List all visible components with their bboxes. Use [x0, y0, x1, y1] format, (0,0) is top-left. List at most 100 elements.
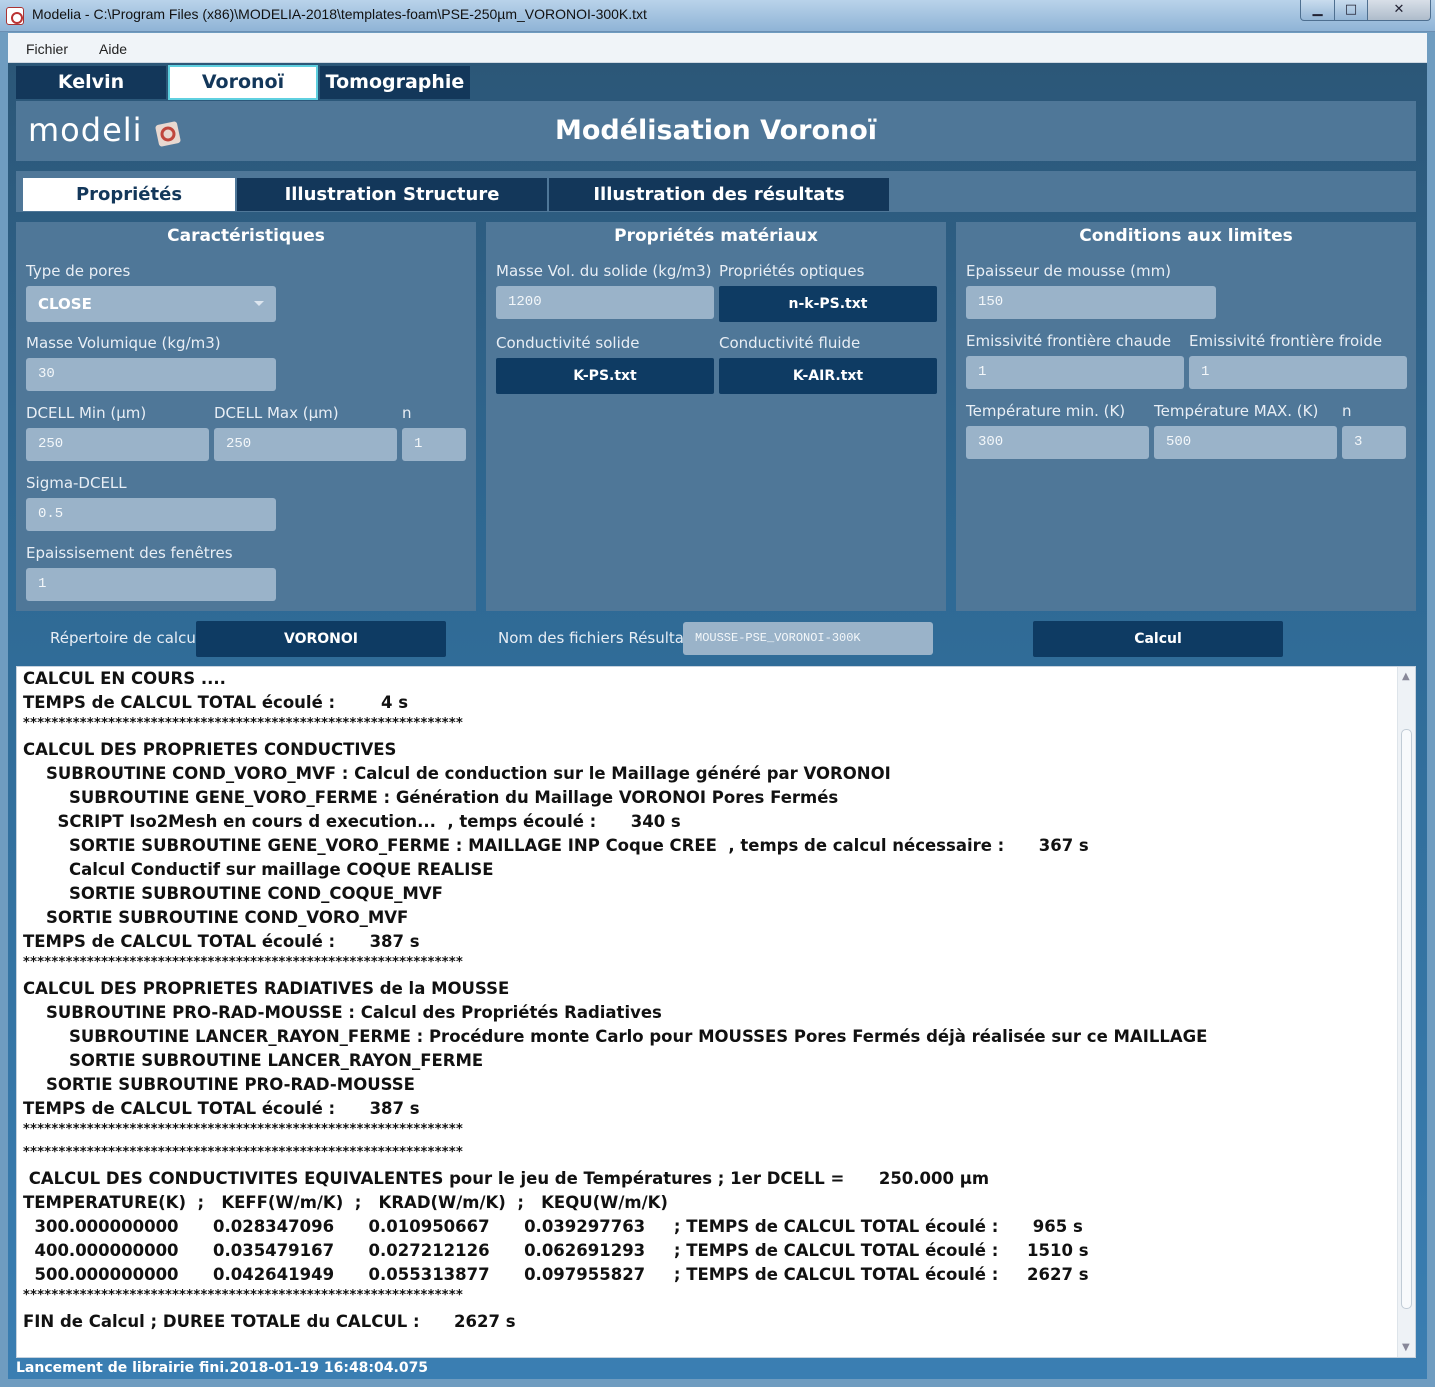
console-line: ****************************************…	[23, 1145, 464, 1160]
repertoire-calcul-button[interactable]: VORONOI	[196, 621, 446, 657]
console-line: TEMPS de CALCUL TOTAL écoulé : 4 s	[23, 693, 409, 712]
console-line: CALCUL EN COURS ....	[23, 669, 226, 688]
temperature-max-input[interactable]: 500	[1154, 426, 1337, 459]
modelia-logo: modeli	[28, 113, 181, 149]
sigma-dcell-input[interactable]: 0.5	[26, 498, 276, 531]
console-line: CALCUL DES PROPRIETES RADIATIVES de la M…	[23, 979, 510, 998]
menu-fichier[interactable]: Fichier	[26, 41, 68, 57]
masse-vol-solide-input[interactable]: 1200	[496, 286, 714, 319]
tab-kelvin[interactable]: Kelvin	[16, 66, 166, 99]
temperature-n-label: n	[1342, 402, 1352, 420]
console-line: 500.000000000 0.042641949 0.055313877 0.…	[23, 1265, 1089, 1284]
console-line: SUBROUTINE LANCER_RAYON_FERME : Procédur…	[23, 1027, 1208, 1046]
console-line: ****************************************…	[23, 1288, 464, 1303]
chevron-down-icon	[254, 301, 264, 306]
sigma-dcell-label: Sigma-DCELL	[26, 474, 127, 492]
console-line: TEMPERATURE(K) ; KEFF(W/m/K) ; KRAD(W/m/…	[23, 1193, 668, 1212]
nom-fichiers-input[interactable]: MOUSSE-PSE_VORONOI-300K	[683, 622, 933, 655]
console-line: SUBROUTINE GENE_VORO_FERME : Génération …	[23, 788, 839, 807]
dcell-n-input[interactable]: 1	[402, 428, 466, 461]
window-titlebar: Modelia - C:\Program Files (x86)\MODELIA…	[0, 0, 1435, 32]
tab-illustration-structure[interactable]: Illustration Structure	[237, 178, 547, 211]
panel-title: Propriétés matériaux	[614, 226, 818, 246]
emissivite-chaude-input[interactable]: 1	[966, 356, 1184, 389]
type-pores-label: Type de pores	[26, 262, 131, 280]
dcell-n-label: n	[402, 404, 412, 422]
console-line: CALCUL DES PROPRIETES CONDUCTIVES	[23, 740, 397, 759]
console-line: SORTIE SUBROUTINE LANCER_RAYON_FERME	[23, 1051, 484, 1070]
console-line: FIN de Calcul ; DUREE TOTALE du CALCUL :…	[23, 1312, 516, 1331]
temperature-min-input[interactable]: 300	[966, 426, 1149, 459]
panel-title: Conditions aux limites	[1079, 226, 1293, 246]
epaississement-label: Epaissisement des fenêtres	[26, 544, 233, 562]
emissivite-froide-label: Emissivité frontière froide	[1189, 332, 1383, 350]
console-line: TEMPS de CALCUL TOTAL écoulé : 387 s	[23, 1099, 420, 1118]
calcul-button[interactable]: Calcul	[1033, 621, 1283, 657]
console-line: ****************************************…	[23, 716, 464, 731]
console-line: ****************************************…	[23, 955, 464, 970]
proprietes-optiques-button[interactable]: n-k-PS.txt	[719, 286, 937, 322]
menu-bar: Fichier Aide	[8, 33, 1427, 63]
scroll-down-icon[interactable]: ▼	[1402, 1342, 1410, 1353]
console-line: SUBROUTINE COND_VORO_MVF : Calcul de con…	[23, 764, 891, 783]
close-button[interactable]: ✕	[1367, 0, 1431, 21]
tab-tomographie[interactable]: Tomographie	[320, 66, 470, 99]
temperature-max-label: Température MAX. (K)	[1154, 402, 1319, 420]
console-line: SORTIE SUBROUTINE COND_COQUE_MVF	[23, 884, 443, 903]
console-line: 300.000000000 0.028347096 0.010950667 0.…	[23, 1217, 1083, 1236]
proprietes-optiques-label: Propriétés optiques	[719, 262, 865, 280]
masse-vol-solide-label: Masse Vol. du solide (kg/m3)	[496, 262, 712, 280]
console-line: Calcul Conductif sur maillage COQUE REAL…	[23, 860, 494, 879]
temperature-n-input[interactable]: 3	[1342, 426, 1406, 459]
tab-voronoi[interactable]: Voronoï	[168, 65, 318, 100]
console-line: 400.000000000 0.035479167 0.027212126 0.…	[23, 1241, 1089, 1260]
repertoire-calcul-label: Répertoire de calcul	[50, 629, 200, 647]
type-pores-select[interactable]: CLOSE	[26, 286, 276, 322]
tab-illustration-resultats[interactable]: Illustration des résultats	[549, 178, 889, 211]
window-title: Modelia - C:\Program Files (x86)\MODELIA…	[32, 6, 647, 22]
status-bar: Lancement de librairie fini.2018-01-19 1…	[16, 1360, 429, 1376]
epaisseur-label: Epaisseur de mousse (mm)	[966, 262, 1172, 280]
app-icon	[6, 7, 24, 25]
header: modeli Modélisation Voronoï	[16, 101, 1416, 161]
type-pores-value: CLOSE	[38, 295, 92, 313]
conductivite-fluide-button[interactable]: K-AIR.txt	[719, 358, 937, 394]
console-line: SUBROUTINE PRO-RAD-MOUSSE : Calcul des P…	[23, 1003, 662, 1022]
console-line: SORTIE SUBROUTINE PRO-RAD-MOUSSE	[23, 1075, 415, 1094]
conductivite-solide-label: Conductivité solide	[496, 334, 640, 352]
console-line: TEMPS de CALCUL TOTAL écoulé : 387 s	[23, 932, 420, 951]
emissivite-chaude-label: Emissivité frontière chaude	[966, 332, 1172, 350]
dcell-min-input[interactable]: 250	[26, 428, 209, 461]
panel-conditions: Conditions aux limites Epaisseur de mous…	[956, 222, 1416, 611]
epaississement-input[interactable]: 1	[26, 568, 276, 601]
console-output[interactable]: CALCUL EN COURS .... TEMPS de CALCUL TOTA…	[16, 666, 1416, 1358]
emissivite-froide-input[interactable]: 1	[1189, 356, 1407, 389]
menu-aide[interactable]: Aide	[99, 41, 127, 57]
panel-materiaux: Propriétés matériaux Masse Vol. du solid…	[486, 222, 946, 611]
scrollbar[interactable]: ▲ ▼	[1397, 667, 1415, 1357]
dcell-max-input[interactable]: 250	[214, 428, 397, 461]
console-line: SCRIPT Iso2Mesh en cours d execution... …	[23, 812, 681, 831]
console-line: SORTIE SUBROUTINE COND_VORO_MVF	[23, 908, 409, 927]
scroll-thumb[interactable]	[1401, 729, 1412, 1309]
conductivite-fluide-label: Conductivité fluide	[719, 334, 861, 352]
inner-tab-bar: Propriétés Illustration Structure Illust…	[16, 171, 1416, 212]
svg-text:modeli: modeli	[28, 113, 143, 149]
tab-proprietes[interactable]: Propriétés	[23, 178, 235, 211]
console-text: CALCUL EN COURS .... TEMPS de CALCUL TOTA…	[23, 667, 1398, 1334]
console-line: CALCUL DES CONDUCTIVITES EQUIVALENTES po…	[23, 1169, 990, 1188]
panel-title: Caractéristiques	[167, 226, 325, 246]
minimize-button[interactable]: ▁	[1300, 0, 1335, 21]
masse-volumique-input[interactable]: 30	[26, 358, 276, 391]
conductivite-solide-button[interactable]: K-PS.txt	[496, 358, 714, 394]
temperature-min-label: Température min. (K)	[966, 402, 1126, 420]
scroll-up-icon[interactable]: ▲	[1402, 671, 1410, 682]
dcell-min-label: DCELL Min (µm)	[26, 404, 147, 422]
maximize-button[interactable]: □	[1334, 0, 1368, 21]
epaisseur-input[interactable]: 150	[966, 286, 1216, 319]
page-title: Modélisation Voronoï	[554, 115, 878, 146]
dcell-max-label: DCELL Max (µm)	[214, 404, 339, 422]
masse-volumique-label: Masse Volumique (kg/m3)	[26, 334, 221, 352]
panel-caracteristiques: Caractéristiques Type de pores CLOSE Mas…	[16, 222, 476, 611]
console-line: SORTIE SUBROUTINE GENE_VORO_FERME : MAIL…	[23, 836, 1089, 855]
